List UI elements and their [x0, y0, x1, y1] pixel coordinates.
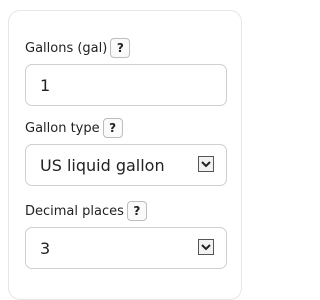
decimal-places-select[interactable]: 3 — [25, 227, 227, 269]
gallons-label: Gallons (gal) — [25, 40, 108, 56]
decimal-places-help-icon[interactable]: ? — [126, 201, 147, 221]
gallons-value: 1 — [40, 75, 51, 95]
gallon-type-help-icon[interactable]: ? — [102, 118, 123, 138]
decimal-places-value: 3 — [40, 238, 51, 258]
gallons-help-icon[interactable]: ? — [110, 38, 131, 58]
gallon-type-label: Gallon type — [25, 120, 100, 136]
gallons-label-row: Gallons (gal) ? — [25, 37, 131, 59]
decimal-places-label-row: Decimal places ? — [25, 200, 147, 222]
chevron-down-icon[interactable] — [198, 156, 214, 172]
converter-panel: Gallons (gal) ? 1 Gallon type ? US liqui… — [8, 10, 242, 300]
chevron-down-icon[interactable] — [198, 239, 214, 255]
gallon-type-select[interactable]: US liquid gallon — [25, 144, 227, 186]
gallon-type-value: US liquid gallon — [40, 155, 165, 175]
gallon-type-label-row: Gallon type ? — [25, 117, 123, 139]
gallons-input[interactable]: 1 — [25, 64, 227, 106]
decimal-places-label: Decimal places — [25, 203, 124, 219]
